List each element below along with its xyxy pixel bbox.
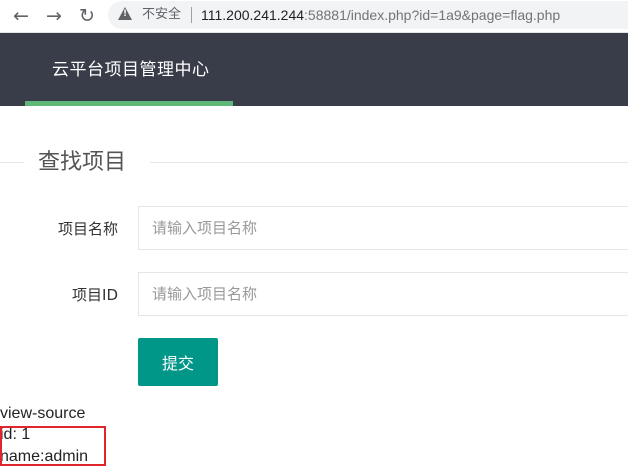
- output-view-source: view-source: [0, 405, 86, 422]
- insecure-label[interactable]: 不安全: [142, 6, 181, 24]
- forward-arrow-icon[interactable]: →: [42, 4, 66, 28]
- fieldset-legend: 查找项目: [38, 150, 127, 175]
- browser-toolbar: ← → ↻ 不安全 111.200.241.244:58881/index.ph…: [0, 0, 628, 33]
- url-host: 111.200.241.244: [201, 7, 305, 23]
- app-header: 云平台项目管理中心: [0, 33, 628, 106]
- fieldset-border-left: [0, 162, 24, 163]
- warning-icon[interactable]: [118, 7, 132, 20]
- reload-icon[interactable]: ↻: [75, 4, 99, 28]
- project-id-label: 项目ID: [72, 286, 118, 304]
- fieldset-border-right: [150, 162, 628, 163]
- address-bar[interactable]: 不安全 111.200.241.244:58881/index.php?id=1…: [108, 1, 628, 29]
- project-name-input[interactable]: [138, 206, 628, 250]
- address-divider: [191, 7, 192, 23]
- back-arrow-icon[interactable]: ←: [9, 4, 33, 28]
- url-path: :58881/index.php?id=1a9&page=flag.php: [304, 7, 561, 23]
- highlight-annotation-box: [0, 426, 106, 466]
- nav-active-indicator: [25, 101, 233, 106]
- app-title[interactable]: 云平台项目管理中心: [52, 59, 210, 81]
- url-text[interactable]: 111.200.241.244:58881/index.php?id=1a9&p…: [201, 5, 560, 25]
- project-id-input[interactable]: [138, 272, 628, 316]
- submit-button[interactable]: 提交: [138, 338, 218, 386]
- project-name-label: 项目名称: [57, 220, 118, 238]
